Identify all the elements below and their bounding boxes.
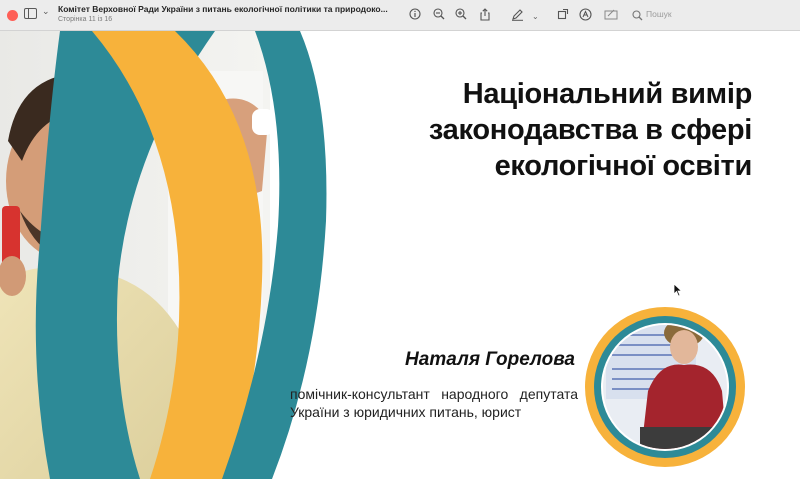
slide-title: Національний вимір законодавства в сфері… xyxy=(428,78,752,182)
info-icon[interactable] xyxy=(408,7,422,21)
search-icon xyxy=(630,8,644,22)
search-field[interactable]: Пошук xyxy=(630,8,790,22)
close-window-button[interactable] xyxy=(7,10,18,21)
mouse-cursor-icon xyxy=(673,283,683,297)
speaker-role: помічник-консультант народного депутата … xyxy=(290,386,578,420)
document-title: Комітет Верховної Ради України з питань … xyxy=(58,4,388,14)
chevron-down-icon[interactable]: ⌄ xyxy=(42,6,50,17)
markup-icon[interactable] xyxy=(578,7,592,21)
pen-icon[interactable] xyxy=(510,7,524,21)
window-toolbar: ⌄ Комітет Верховної Ради України з питан… xyxy=(0,0,800,31)
presentation-slide: Національний вимір законодавства в сфері… xyxy=(0,31,800,479)
zoom-in-icon[interactable] xyxy=(454,7,468,21)
speaker-name: Наталя Горелова xyxy=(405,349,575,370)
chevron-down-icon[interactable]: ⌄ xyxy=(532,12,539,21)
sidebar-icon[interactable] xyxy=(24,8,37,19)
form-icon[interactable] xyxy=(604,7,618,21)
search-placeholder: Пошук xyxy=(646,9,672,19)
zoom-out-icon[interactable] xyxy=(432,7,446,21)
page-indicator: Сторінка 11 із 16 xyxy=(58,16,113,23)
speaker-portrait xyxy=(585,307,745,467)
share-icon[interactable] xyxy=(478,7,492,21)
rotate-icon[interactable] xyxy=(556,7,570,21)
